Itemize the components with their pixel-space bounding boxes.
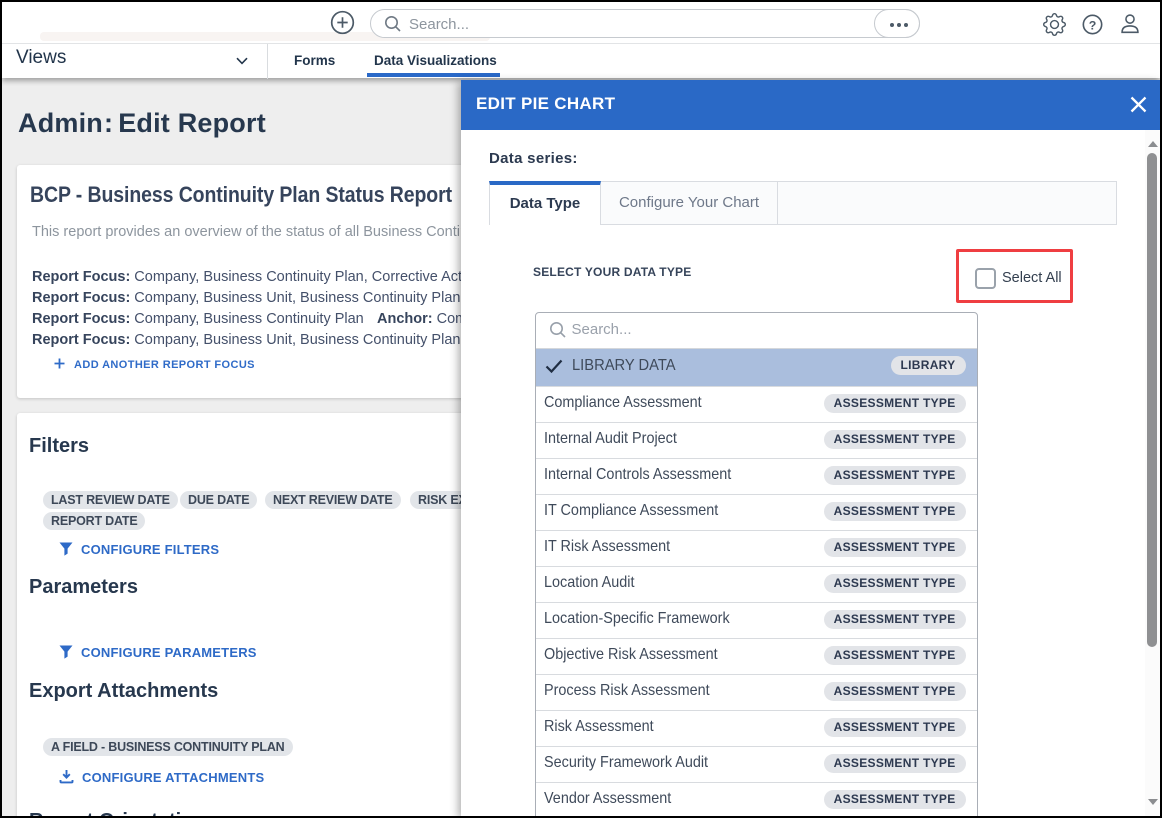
svg-text:?: ?: [1089, 18, 1097, 32]
